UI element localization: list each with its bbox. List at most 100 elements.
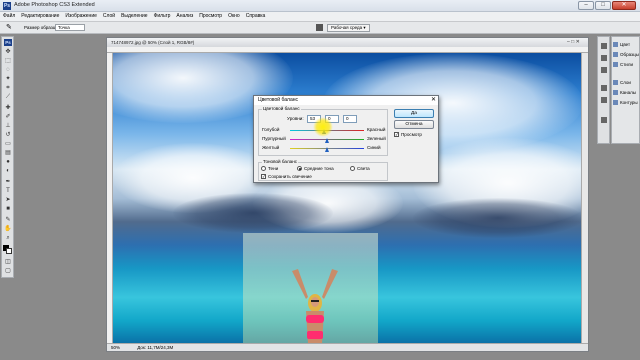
- blue-label: Синий: [367, 145, 381, 150]
- history-icon[interactable]: [601, 85, 607, 91]
- lasso-icon[interactable]: ◌: [4, 67, 12, 74]
- navigator-icon[interactable]: [601, 43, 607, 49]
- history-brush-icon[interactable]: ↺: [4, 132, 12, 139]
- dialog-title: Цветовой баланс: [254, 96, 438, 105]
- menu-select[interactable]: Выделение: [118, 12, 151, 21]
- green-label: Зеленый: [367, 136, 386, 141]
- pen-icon[interactable]: ✒: [4, 179, 12, 186]
- panel-dock: Цвет Образцы Стили Слои Каналы Контуры: [611, 36, 640, 144]
- menu-help[interactable]: Справка: [243, 12, 269, 21]
- dodge-icon[interactable]: ◐: [4, 168, 12, 175]
- screen-mode-icon[interactable]: ▢: [4, 268, 12, 275]
- menu-view[interactable]: Просмотр: [196, 12, 225, 21]
- cyan-label: Голубой: [262, 127, 280, 132]
- shape-icon[interactable]: ■: [4, 206, 12, 213]
- ok-button[interactable]: Да: [394, 109, 434, 118]
- midtones-label: Средние тона: [304, 166, 334, 171]
- document-window-controls[interactable]: – □ ✕: [567, 39, 587, 46]
- vertical-scrollbar[interactable]: [581, 53, 588, 343]
- storm-cloud: [173, 193, 333, 233]
- zoom-level[interactable]: 50%: [111, 345, 120, 350]
- channels-icon: [613, 90, 618, 96]
- highlights-label: Света: [357, 166, 370, 171]
- preview-checkbox[interactable]: ✓: [394, 132, 399, 137]
- magenta-green-slider-thumb[interactable]: [325, 138, 329, 143]
- panel-color-label: Цвет: [620, 42, 631, 47]
- actions-icon[interactable]: [601, 97, 607, 103]
- shadows-radio[interactable]: [261, 166, 266, 171]
- hand-icon[interactable]: ✋: [4, 226, 12, 233]
- panel-styles-label: Стили: [620, 62, 633, 67]
- red-label: Красный: [367, 127, 386, 132]
- magenta-label: Пурпурный: [262, 136, 286, 141]
- yellow-blue-slider-thumb[interactable]: [325, 147, 329, 152]
- healing-icon[interactable]: ✚: [4, 105, 12, 112]
- marquee-icon[interactable]: ⬚: [4, 58, 12, 65]
- shadows-label: Тени: [268, 166, 279, 171]
- panel-layers[interactable]: Слои: [613, 79, 640, 87]
- toolbox: Ps ✥ ⬚ ◌ ✦ ⌗ ⟋ ✚ ✐ ⊥ ↺ ▭ ▤ ● ◐ ✒ T ➤ ■ ✎…: [1, 36, 14, 278]
- crop-icon[interactable]: ⌗: [4, 85, 12, 92]
- brushes-icon[interactable]: [601, 117, 607, 123]
- info-icon[interactable]: [601, 67, 607, 73]
- panel-paths[interactable]: Контуры: [613, 99, 640, 107]
- sample-size-label: Размер образца:: [24, 25, 60, 30]
- stamp-icon[interactable]: ⊥: [4, 123, 12, 130]
- menu-window[interactable]: Окно: [225, 12, 243, 21]
- tone-balance-group-label: Тоновой баланс: [262, 159, 299, 164]
- background-color-swatch[interactable]: [6, 248, 12, 254]
- menu-layer[interactable]: Слой: [100, 12, 118, 21]
- color-balance-group-label: Цветовой баланс: [262, 106, 301, 111]
- panel-layers-label: Слои: [620, 80, 631, 85]
- menu-analysis[interactable]: Анализ: [173, 12, 196, 21]
- document-window: 714748972.jpg @ 50% (Слой 1, RGB/8#) – □…: [106, 37, 589, 352]
- ps-badge-icon: Ps: [4, 39, 12, 46]
- menu-filter[interactable]: Фильтр: [151, 12, 174, 21]
- gradient-icon[interactable]: ▤: [4, 150, 12, 157]
- menu-image[interactable]: Изображение: [62, 12, 100, 21]
- preserve-luminosity-checkbox[interactable]: ✓: [261, 174, 266, 179]
- type-icon[interactable]: T: [4, 188, 12, 195]
- workspace-icon[interactable]: [316, 24, 323, 31]
- panel-swatches[interactable]: Образцы: [613, 51, 640, 59]
- histogram-icon[interactable]: [601, 55, 607, 61]
- magic-wand-icon[interactable]: ✦: [4, 76, 12, 83]
- panel-paths-label: Контуры: [620, 100, 638, 105]
- document-size: Док: 11,7M/24,3M: [137, 345, 174, 350]
- layers-icon: [613, 80, 618, 86]
- color-balance-dialog: Цветовой баланс ✕ Цветовой баланс Уровни…: [253, 95, 439, 183]
- midtones-radio[interactable]: [297, 166, 302, 171]
- panel-channels[interactable]: Каналы: [613, 89, 640, 97]
- cancel-button[interactable]: Отмена: [394, 120, 434, 129]
- panel-dock-icons: [597, 36, 610, 144]
- move-icon[interactable]: ✥: [4, 49, 12, 56]
- styles-icon: [613, 62, 618, 68]
- brush-icon[interactable]: ✐: [4, 114, 12, 121]
- levels-label: Уровни:: [287, 116, 304, 121]
- level-yellow-blue-input[interactable]: 0: [343, 115, 357, 123]
- color-icon: [613, 42, 618, 48]
- menu-edit[interactable]: Редактирование: [18, 12, 62, 21]
- maximize-button[interactable]: □: [595, 1, 611, 10]
- menu-file[interactable]: Файл: [0, 12, 18, 21]
- quick-mask-icon[interactable]: ◫: [4, 259, 12, 266]
- window-title: Adobe Photoshop CS3 Extended: [14, 2, 95, 8]
- paths-icon: [613, 100, 618, 106]
- eraser-icon[interactable]: ▭: [4, 141, 12, 148]
- minimize-button[interactable]: –: [578, 1, 594, 10]
- eyedropper-icon[interactable]: ✎: [4, 217, 12, 224]
- slice-icon[interactable]: ⟋: [4, 94, 12, 101]
- eyedropper-tool-icon[interactable]: ✎: [6, 24, 12, 32]
- blur-icon[interactable]: ●: [4, 159, 12, 166]
- path-select-icon[interactable]: ➤: [4, 197, 12, 204]
- zoom-icon[interactable]: ⌕: [4, 235, 12, 242]
- workspace-button[interactable]: Рабочая среда ▾: [327, 24, 370, 32]
- panel-color[interactable]: Цвет: [613, 41, 640, 49]
- close-button[interactable]: ✕: [612, 1, 636, 10]
- highlights-radio[interactable]: [350, 166, 355, 171]
- person-figure: [292, 269, 338, 344]
- photoshop-logo-icon: Ps: [3, 2, 11, 10]
- dialog-close-icon[interactable]: ✕: [430, 97, 437, 104]
- sample-size-select[interactable]: Точка: [55, 24, 85, 31]
- panel-styles[interactable]: Стили: [613, 61, 640, 69]
